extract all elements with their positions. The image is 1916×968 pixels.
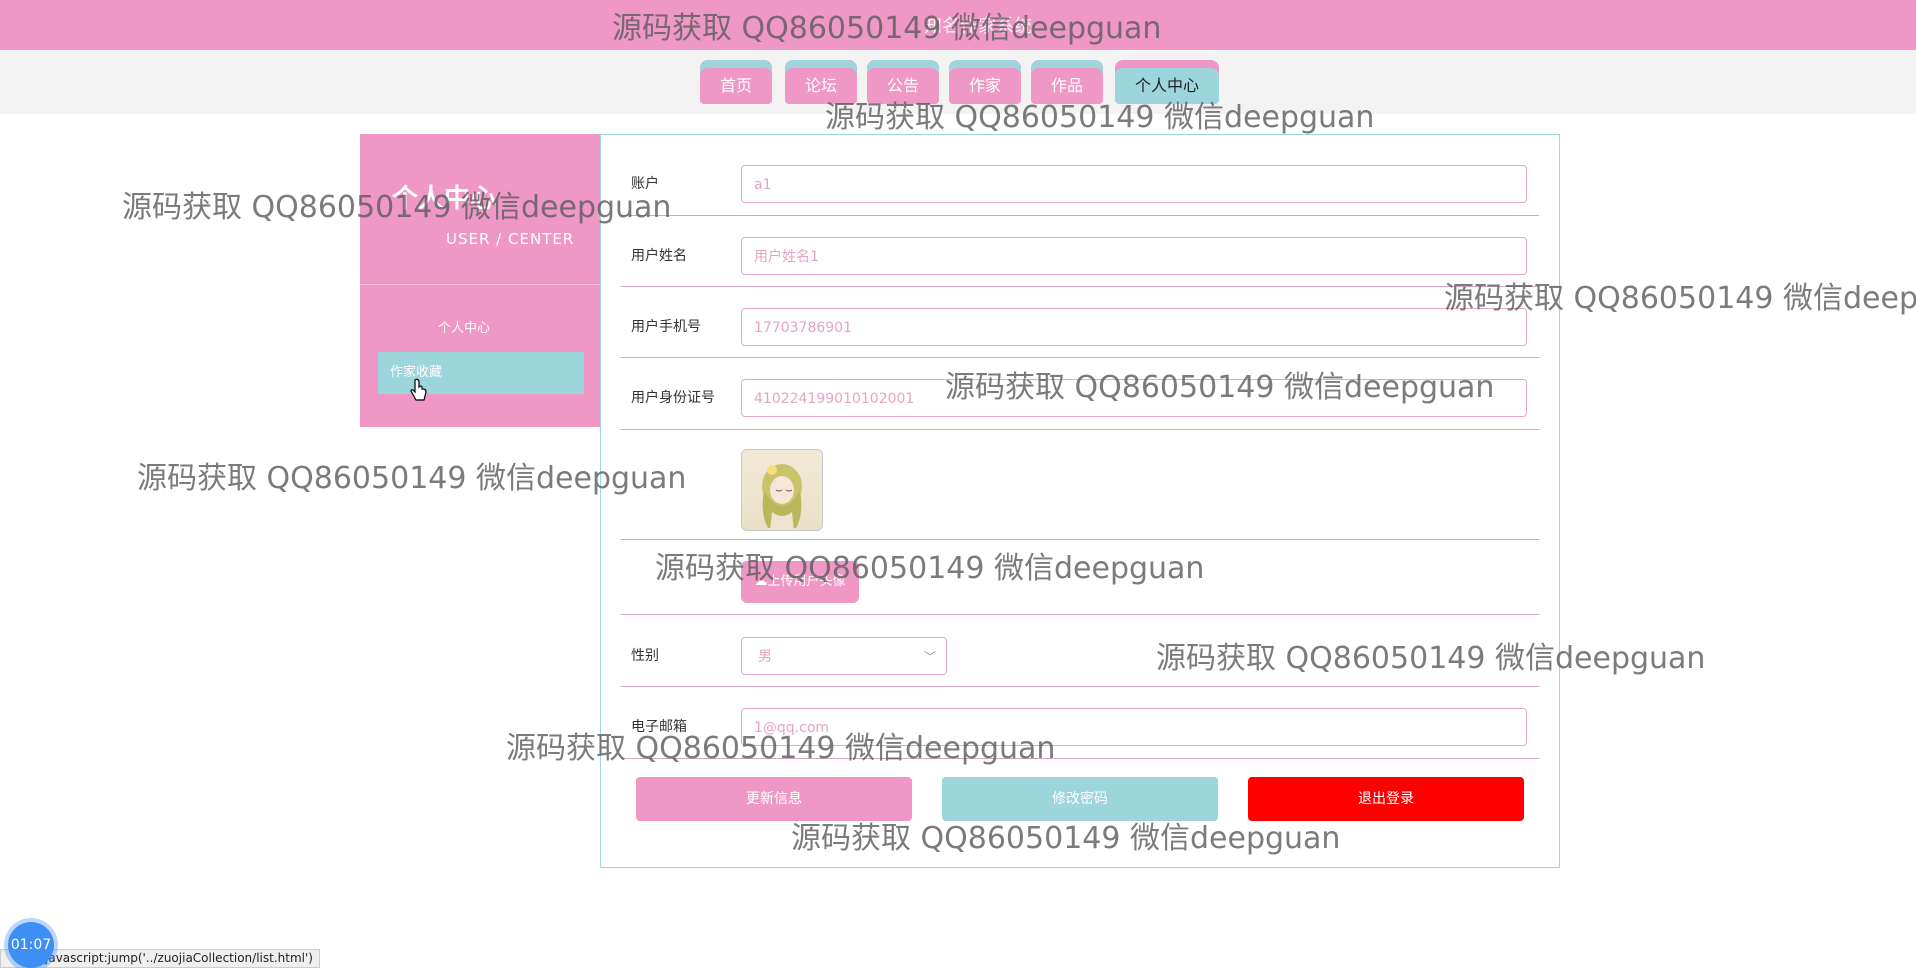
chevron-down-icon: ﹀: [923, 650, 936, 664]
row-divider: [621, 686, 1539, 687]
nav-writers[interactable]: 作家: [949, 60, 1021, 104]
row-divider: [621, 429, 1539, 430]
sidebar-divider: [360, 284, 600, 285]
sidebar-title: 个人中心: [392, 184, 497, 214]
site-title: 知名作家系统: [924, 16, 1032, 37]
account-field[interactable]: a1: [741, 165, 1527, 203]
upload-avatar-button[interactable]: ☁上传用户头像: [741, 561, 859, 603]
sidebar-subtitle: USER / CENTER: [446, 230, 575, 248]
account-label: 账户: [631, 176, 659, 192]
row-divider: [621, 286, 1539, 287]
phone-field[interactable]: 17703786901: [741, 308, 1527, 346]
row-divider: [621, 539, 1539, 540]
nav-home[interactable]: 首页: [700, 60, 772, 104]
name-field[interactable]: 用户姓名1: [741, 237, 1527, 275]
cloud-upload-icon: ☁: [754, 574, 768, 589]
avatar-illustration: [762, 464, 802, 530]
logout-button[interactable]: 退出登录: [1248, 777, 1524, 821]
row-divider: [621, 215, 1539, 216]
row-divider: [621, 357, 1539, 358]
nav-works[interactable]: 作品: [1031, 60, 1103, 104]
nav-notice[interactable]: 公告: [867, 60, 939, 104]
row-divider: [621, 614, 1539, 615]
email-field[interactable]: 1@qq.com: [741, 708, 1527, 746]
row-divider: [621, 758, 1539, 759]
update-info-button[interactable]: 更新信息: [636, 777, 912, 821]
sidebar-item-writer-favorites[interactable]: 作家收藏: [378, 352, 584, 394]
change-password-button[interactable]: 修改密码: [942, 777, 1218, 821]
nav-forum[interactable]: 论坛: [785, 60, 857, 104]
id-card-field[interactable]: 410224199010102001: [741, 379, 1527, 417]
gender-value: 男: [758, 649, 772, 665]
profile-form-panel: 账户 a1 用户姓名 用户姓名1 用户手机号 17703786901 用户身份证…: [600, 134, 1560, 868]
id-card-label: 用户身份证号: [631, 390, 715, 406]
top-header-bar: 知名作家系统: [0, 0, 1916, 50]
gender-label: 性别: [631, 648, 659, 664]
user-center-sidebar: 个人中心 USER / CENTER 个人中心 作家收藏: [360, 134, 600, 427]
email-label: 电子邮箱: [631, 719, 687, 735]
phone-label: 用户手机号: [631, 319, 701, 335]
recording-timer: 01:07: [8, 922, 54, 968]
gender-select[interactable]: 男 ﹀: [741, 637, 947, 675]
sidebar-item-user-center[interactable]: 个人中心: [378, 308, 584, 350]
nav-user-center[interactable]: 个人中心: [1115, 60, 1219, 104]
name-label: 用户姓名: [631, 248, 687, 264]
hand-cursor-icon: [410, 378, 427, 401]
upload-avatar-label: 上传用户头像: [767, 574, 846, 589]
avatar: [741, 449, 823, 531]
